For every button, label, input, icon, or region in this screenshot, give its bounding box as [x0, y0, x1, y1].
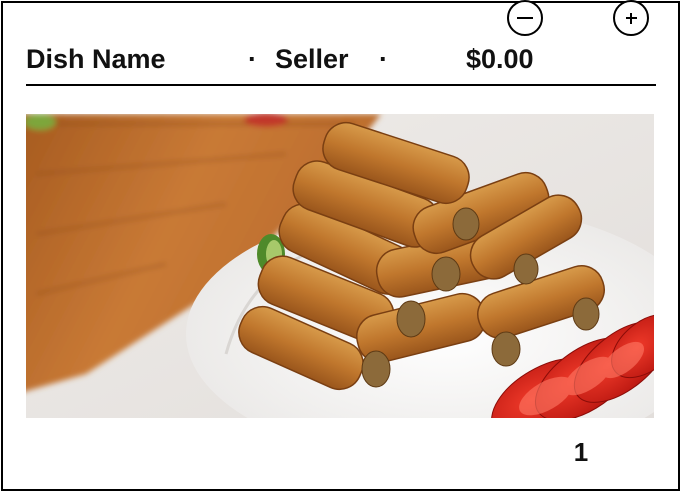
seller-name: Seller: [275, 44, 349, 74]
dish-header: Dish Name · Seller · $0.00: [26, 40, 656, 86]
increment-button[interactable]: [613, 0, 649, 36]
dish-price: $0.00: [466, 44, 534, 74]
plus-icon-vertical: [629, 12, 633, 24]
dish-name: Dish Name: [26, 44, 166, 74]
header-separator: ·: [379, 44, 388, 74]
spring-rolls-image: [26, 114, 654, 418]
quantity-value: 1: [573, 437, 589, 467]
decrement-button[interactable]: [507, 0, 543, 36]
minus-icon: [517, 16, 533, 20]
dish-photo: [26, 114, 654, 418]
header-separator: ·: [248, 44, 257, 74]
